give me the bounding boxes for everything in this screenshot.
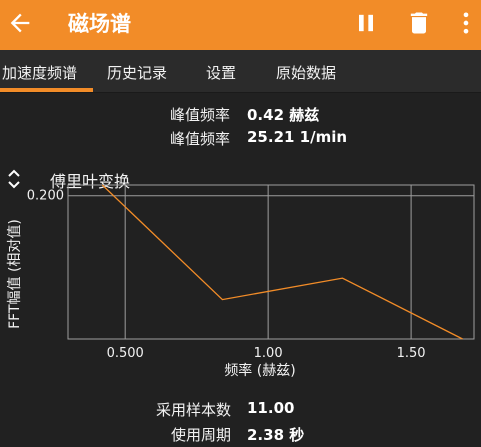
back-arrow-icon[interactable]	[6, 9, 34, 37]
x-tick-label: 1.50	[397, 346, 426, 360]
more-vert-icon[interactable]	[452, 9, 480, 37]
tab-history[interactable]: 历史记录	[107, 62, 167, 83]
app-bar: 磁场谱	[0, 0, 481, 50]
sample-count-label: 采用样本数	[155, 401, 231, 419]
grid	[68, 185, 474, 339]
pause-icon[interactable]	[352, 9, 380, 37]
peak-frequency-value: 0.42 赫兹	[247, 106, 320, 124]
y-axis-label: FFT幅值 (相对值)	[7, 219, 23, 329]
fft-series-line	[101, 184, 463, 340]
peak-frequency-per-minute-label: 峰值频率	[169, 130, 230, 148]
x-tick-label: 0.500	[107, 346, 144, 360]
tab-bar: 加速度频谱 历史记录 设置 原始数据	[0, 50, 481, 93]
y-tick-label: 0.200	[27, 189, 64, 204]
x-axis-label: 频率 (赫兹)	[224, 363, 296, 379]
fft-chart: 0.500 1.00 1.50 0.200	[27, 184, 475, 360]
tab-spectrum[interactable]: 加速度频谱	[2, 62, 77, 83]
period-value: 2.38 秒	[247, 426, 305, 444]
x-ticks: 0.500 1.00 1.50	[107, 346, 426, 360]
sample-count-value: 11.00	[247, 399, 295, 417]
trash-icon[interactable]	[405, 9, 433, 37]
plot-area	[67, 184, 475, 340]
tab-settings[interactable]: 设置	[206, 62, 236, 83]
page-title: 磁场谱	[68, 12, 131, 36]
y-ticks: 0.200	[27, 189, 64, 204]
peak-frequency-label: 峰值频率	[169, 106, 230, 124]
x-tick-label: 1.00	[254, 346, 283, 360]
period-label: 使用周期	[170, 426, 231, 444]
tab-raw-data[interactable]: 原始数据	[276, 62, 336, 83]
peak-frequency-per-minute-value: 25.21 1/min	[247, 128, 348, 146]
tab-indicator	[0, 88, 93, 92]
